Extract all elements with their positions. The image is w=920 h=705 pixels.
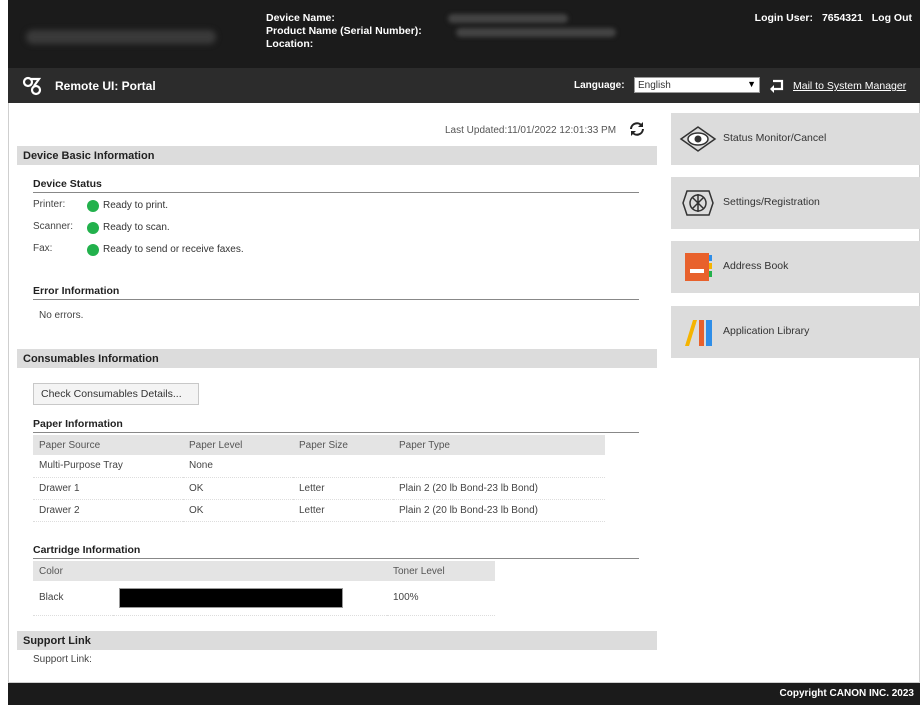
eye-icon [679, 126, 717, 152]
fax-status-indicator-icon [87, 244, 99, 256]
paper-size-cell: Letter [293, 499, 393, 522]
copyright-text: Copyright CANON INC. 2023 [779, 688, 914, 699]
portal-title: Remote UI: Portal [55, 79, 156, 93]
device-name-value-redacted [448, 14, 568, 23]
table-row: Drawer 2 OK Letter Plain 2 (20 lb Bond-2… [33, 499, 605, 522]
toner-level-header: Toner Level [387, 561, 495, 581]
return-icon[interactable] [768, 77, 786, 93]
paper-source-cell: Drawer 1 [33, 477, 183, 500]
settings-registration-label: Settings/Registration [723, 196, 820, 208]
paper-size-cell: Letter [293, 477, 393, 500]
location-label: Location: [266, 38, 314, 50]
color-header: Color [33, 561, 113, 581]
paper-level-header: Paper Level [183, 435, 293, 455]
table-row: Multi-Purpose Tray None [33, 455, 605, 478]
paper-table-header-row: Paper Source Paper Level Paper Size Pape… [33, 435, 605, 455]
chevron-down-icon: ▼ [747, 79, 756, 89]
language-selected-value: English [638, 80, 671, 91]
paper-type-cell: Plain 2 (20 lb Bond-23 lb Bond) [393, 477, 605, 500]
mail-to-system-manager-link[interactable]: Mail to System Manager [793, 80, 906, 92]
portal-bar: Remote UI: Portal Language: English ▼ Ma… [8, 68, 920, 103]
paper-source-cell: Drawer 2 [33, 499, 183, 522]
device-name-label: Device Name: [266, 12, 335, 24]
remote-ui-logo-icon [22, 76, 42, 96]
application-library-icon [685, 320, 712, 346]
support-link-label: Support Link: [33, 654, 92, 665]
paper-level-cell: OK [183, 477, 293, 500]
status-monitor-cancel-button[interactable]: Status Monitor/Cancel [671, 113, 920, 165]
status-monitor-cancel-label: Status Monitor/Cancel [723, 132, 827, 144]
fax-label: Fax: [33, 243, 53, 254]
application-library-label: Application Library [723, 325, 810, 337]
toner-bar-cell [113, 581, 387, 616]
printer-label: Printer: [33, 199, 66, 210]
paper-type-cell: Plain 2 (20 lb Bond-23 lb Bond) [393, 499, 605, 522]
settings-gear-icon [682, 190, 714, 216]
settings-registration-button[interactable]: Settings/Registration [671, 177, 920, 229]
language-label: Language: [574, 80, 625, 91]
device-name-redacted [26, 30, 216, 44]
main-panel: Last Updated:11/01/2022 12:01:33 PM Devi… [8, 103, 920, 683]
cartridge-info-table: Color Toner Level Black 100% [33, 561, 495, 616]
application-library-button[interactable]: Application Library [671, 306, 920, 358]
paper-size-cell [293, 455, 393, 478]
paper-source-header: Paper Source [33, 435, 183, 455]
toner-level-cell: 100% [387, 581, 495, 616]
refresh-icon[interactable] [628, 120, 646, 138]
product-name-value-redacted [456, 28, 616, 37]
paper-level-cell: None [183, 455, 293, 478]
cartridge-table-header-row: Color Toner Level [33, 561, 495, 581]
check-consumables-details-button[interactable]: Check Consumables Details... [33, 383, 199, 405]
error-info-heading: Error Information [33, 285, 639, 300]
address-book-label: Address Book [723, 260, 789, 272]
support-link-heading: Support Link [17, 631, 657, 650]
fax-status-text: Ready to send or receive faxes. [103, 244, 244, 255]
language-select[interactable]: English ▼ [634, 77, 760, 93]
paper-size-header: Paper Size [293, 435, 393, 455]
footer: Copyright CANON INC. 2023 [8, 683, 920, 705]
table-row: Drawer 1 OK Letter Plain 2 (20 lb Bond-2… [33, 477, 605, 500]
scanner-label: Scanner: [33, 221, 74, 232]
cartridge-color-cell: Black [33, 581, 113, 616]
login-user-id: 7654321 [821, 12, 863, 24]
login-info: Login User: 7654321 Log Out [749, 12, 912, 24]
scanner-status-text: Ready to scan. [103, 222, 170, 233]
printer-status-indicator-icon [87, 200, 99, 212]
device-info-labels: Device Name: Product Name (Serial Number… [266, 12, 422, 51]
last-updated-text: Last Updated:11/01/2022 12:01:33 PM [445, 125, 617, 136]
table-row: Black 100% [33, 581, 495, 616]
logout-link[interactable]: Log Out [872, 12, 912, 24]
consumables-info-heading: Consumables Information [17, 349, 657, 368]
error-info-text: No errors. [39, 310, 84, 321]
toner-level-bar [119, 587, 343, 608]
login-user-label: Login User: [754, 12, 814, 24]
product-name-label: Product Name (Serial Number): [266, 25, 422, 37]
device-basic-info-heading: Device Basic Information [17, 146, 657, 165]
address-book-button[interactable]: Address Book [671, 241, 920, 293]
address-book-icon [685, 253, 712, 281]
paper-source-cell: Multi-Purpose Tray [33, 455, 183, 478]
cartridge-info-heading: Cartridge Information [33, 544, 639, 559]
paper-info-table: Paper Source Paper Level Paper Size Pape… [33, 435, 605, 522]
paper-type-cell [393, 455, 605, 478]
paper-info-heading: Paper Information [33, 418, 639, 433]
printer-status-text: Ready to print. [103, 200, 169, 211]
top-header: Device Name: Product Name (Serial Number… [8, 0, 920, 68]
paper-type-header: Paper Type [393, 435, 605, 455]
scanner-status-indicator-icon [87, 222, 99, 234]
device-status-heading: Device Status [33, 178, 639, 193]
paper-level-cell: OK [183, 499, 293, 522]
toner-bar-header [113, 561, 387, 581]
